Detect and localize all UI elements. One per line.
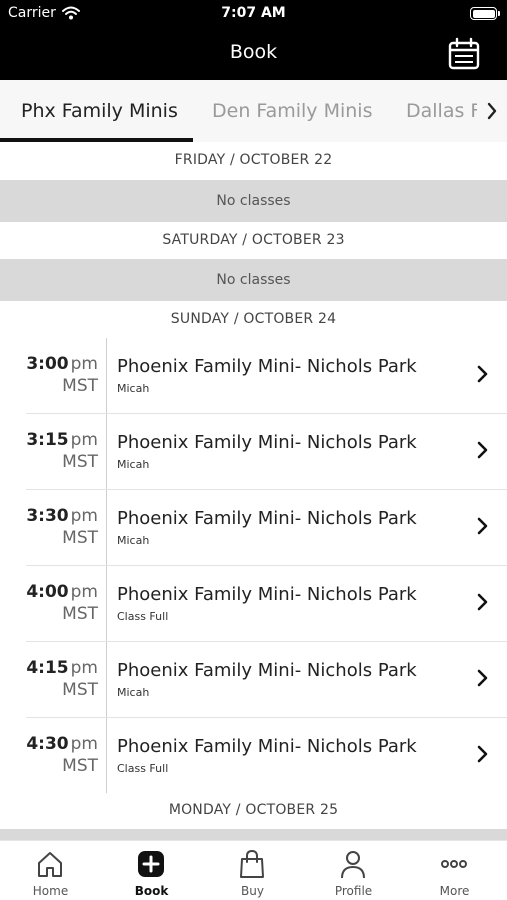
tabs-scroll-right-button[interactable] xyxy=(477,80,507,142)
class-time: 4:15 pm MST xyxy=(26,658,98,700)
class-time: 4:00 pm MST xyxy=(26,582,98,624)
class-row[interactable]: 4:30 pm MST Phoenix Family Mini- Nichols … xyxy=(26,718,507,794)
chevron-right-icon xyxy=(477,669,488,687)
tab-bar-buy[interactable]: Buy xyxy=(202,841,303,900)
day-header-friday: FRIDAY / OCTOBER 22 xyxy=(174,152,333,168)
class-instructor: Micah xyxy=(117,534,150,547)
tab-bar-book[interactable]: Book xyxy=(101,841,202,900)
class-info: Phoenix Family Mini- Nichols Park Micah xyxy=(117,508,447,547)
class-row[interactable]: 4:00 pm MST Phoenix Family Mini- Nichols … xyxy=(26,566,507,642)
day-header-monday: MONDAY / OCTOBER 25 xyxy=(168,802,339,818)
class-row[interactable]: 4:15 pm MST Phoenix Family Mini- Nichols … xyxy=(26,642,507,718)
no-classes-saturday: No classes xyxy=(0,259,507,301)
class-status: Class Full xyxy=(117,762,169,775)
class-timezone: MST xyxy=(62,376,98,396)
book-plus-icon xyxy=(138,851,164,877)
class-ampm: pm xyxy=(70,658,98,678)
class-name: Phoenix Family Mini- Nichols Park xyxy=(117,432,417,453)
nav-bar: Book xyxy=(0,28,507,80)
class-info: Phoenix Family Mini- Nichols Park Micah xyxy=(117,356,447,395)
class-name: Phoenix Family Mini- Nichols Park xyxy=(117,508,417,529)
class-name: Phoenix Family Mini- Nichols Park xyxy=(117,356,417,377)
class-name: Phoenix Family Mini- Nichols Park xyxy=(117,660,417,681)
chevron-right-icon xyxy=(477,593,488,611)
tab-bar-more[interactable]: More xyxy=(404,841,505,900)
tab-bar-label: More xyxy=(439,884,470,898)
class-info: Phoenix Family Mini- Nichols Park Micah xyxy=(117,660,447,699)
more-dots-icon xyxy=(441,860,467,868)
class-start-time: 4:15 xyxy=(26,658,69,678)
class-instructor: Micah xyxy=(117,458,150,471)
tab-bar-home[interactable]: Home xyxy=(0,841,101,900)
class-ampm: pm xyxy=(70,734,98,754)
class-timezone: MST xyxy=(62,452,98,472)
no-classes-friday: No classes xyxy=(0,180,507,222)
class-ampm: pm xyxy=(70,430,98,450)
tab-phx-family-minis[interactable]: Phx Family Minis xyxy=(21,100,178,122)
class-status: Class Full xyxy=(117,610,169,623)
chevron-right-icon xyxy=(477,745,488,763)
class-time: 3:00 pm MST xyxy=(26,354,98,396)
tab-bar-label: Buy xyxy=(241,884,264,898)
tab-bar-label: Profile xyxy=(334,884,373,898)
class-instructor: Micah xyxy=(117,382,150,395)
class-info: Phoenix Family Mini- Nichols Park Class … xyxy=(117,584,447,623)
tab-den-family-minis[interactable]: Den Family Minis xyxy=(212,100,372,122)
class-start-time: 3:00 xyxy=(26,354,69,374)
clock: 7:07 AM xyxy=(221,5,286,21)
chevron-right-icon xyxy=(477,441,488,459)
chevron-right-icon xyxy=(477,365,488,383)
day-header-sunday: SUNDAY / OCTOBER 24 xyxy=(170,311,337,327)
class-start-time: 4:30 xyxy=(26,734,69,754)
class-row[interactable]: 3:30 pm MST Phoenix Family Mini- Nichols … xyxy=(26,490,507,566)
tab-bar-label: Book xyxy=(134,884,169,898)
status-bar: Carrier 7:07 AM xyxy=(0,0,507,28)
active-tab-indicator xyxy=(0,138,193,142)
chevron-right-icon xyxy=(487,102,497,120)
class-instructor: Micah xyxy=(117,686,150,699)
class-name: Phoenix Family Mini- Nichols Park xyxy=(117,736,417,757)
calendar-icon[interactable] xyxy=(447,37,481,71)
class-row[interactable]: 3:15 pm MST Phoenix Family Mini- Nichols … xyxy=(26,414,507,490)
class-ampm: pm xyxy=(70,354,98,374)
tab-bar-label: Home xyxy=(32,884,69,898)
person-icon xyxy=(341,851,365,879)
class-row[interactable]: 3:00 pm MST Phoenix Family Mini- Nichols … xyxy=(26,338,507,414)
location-tabs: Phx Family Minis Den Family Minis Dallas… xyxy=(0,80,507,142)
class-time: 4:30 pm MST xyxy=(26,734,98,776)
class-ampm: pm xyxy=(70,582,98,602)
chevron-right-icon xyxy=(477,517,488,535)
class-time: 3:15 pm MST xyxy=(26,430,98,472)
class-start-time: 3:15 xyxy=(26,430,69,450)
class-info: Phoenix Family Mini- Nichols Park Micah xyxy=(117,432,447,471)
home-icon xyxy=(38,852,62,877)
class-timezone: MST xyxy=(62,528,98,548)
class-name: Phoenix Family Mini- Nichols Park xyxy=(117,584,417,605)
day-header-saturday: SATURDAY / OCTOBER 23 xyxy=(162,232,345,248)
class-timezone: MST xyxy=(62,604,98,624)
page-title: Book xyxy=(229,41,278,63)
class-ampm: pm xyxy=(70,506,98,526)
bottom-tab-bar: Home Book Buy Profile More xyxy=(0,840,507,900)
class-timezone: MST xyxy=(62,680,98,700)
battery-icon xyxy=(470,7,500,20)
class-time: 3:30 pm MST xyxy=(26,506,98,548)
class-start-time: 3:30 xyxy=(26,506,69,526)
class-start-time: 4:00 xyxy=(26,582,69,602)
tab-bar-profile[interactable]: Profile xyxy=(303,841,404,900)
class-timezone: MST xyxy=(62,756,98,776)
shopping-bag-icon xyxy=(240,849,264,878)
class-info: Phoenix Family Mini- Nichols Park Class … xyxy=(117,736,447,775)
